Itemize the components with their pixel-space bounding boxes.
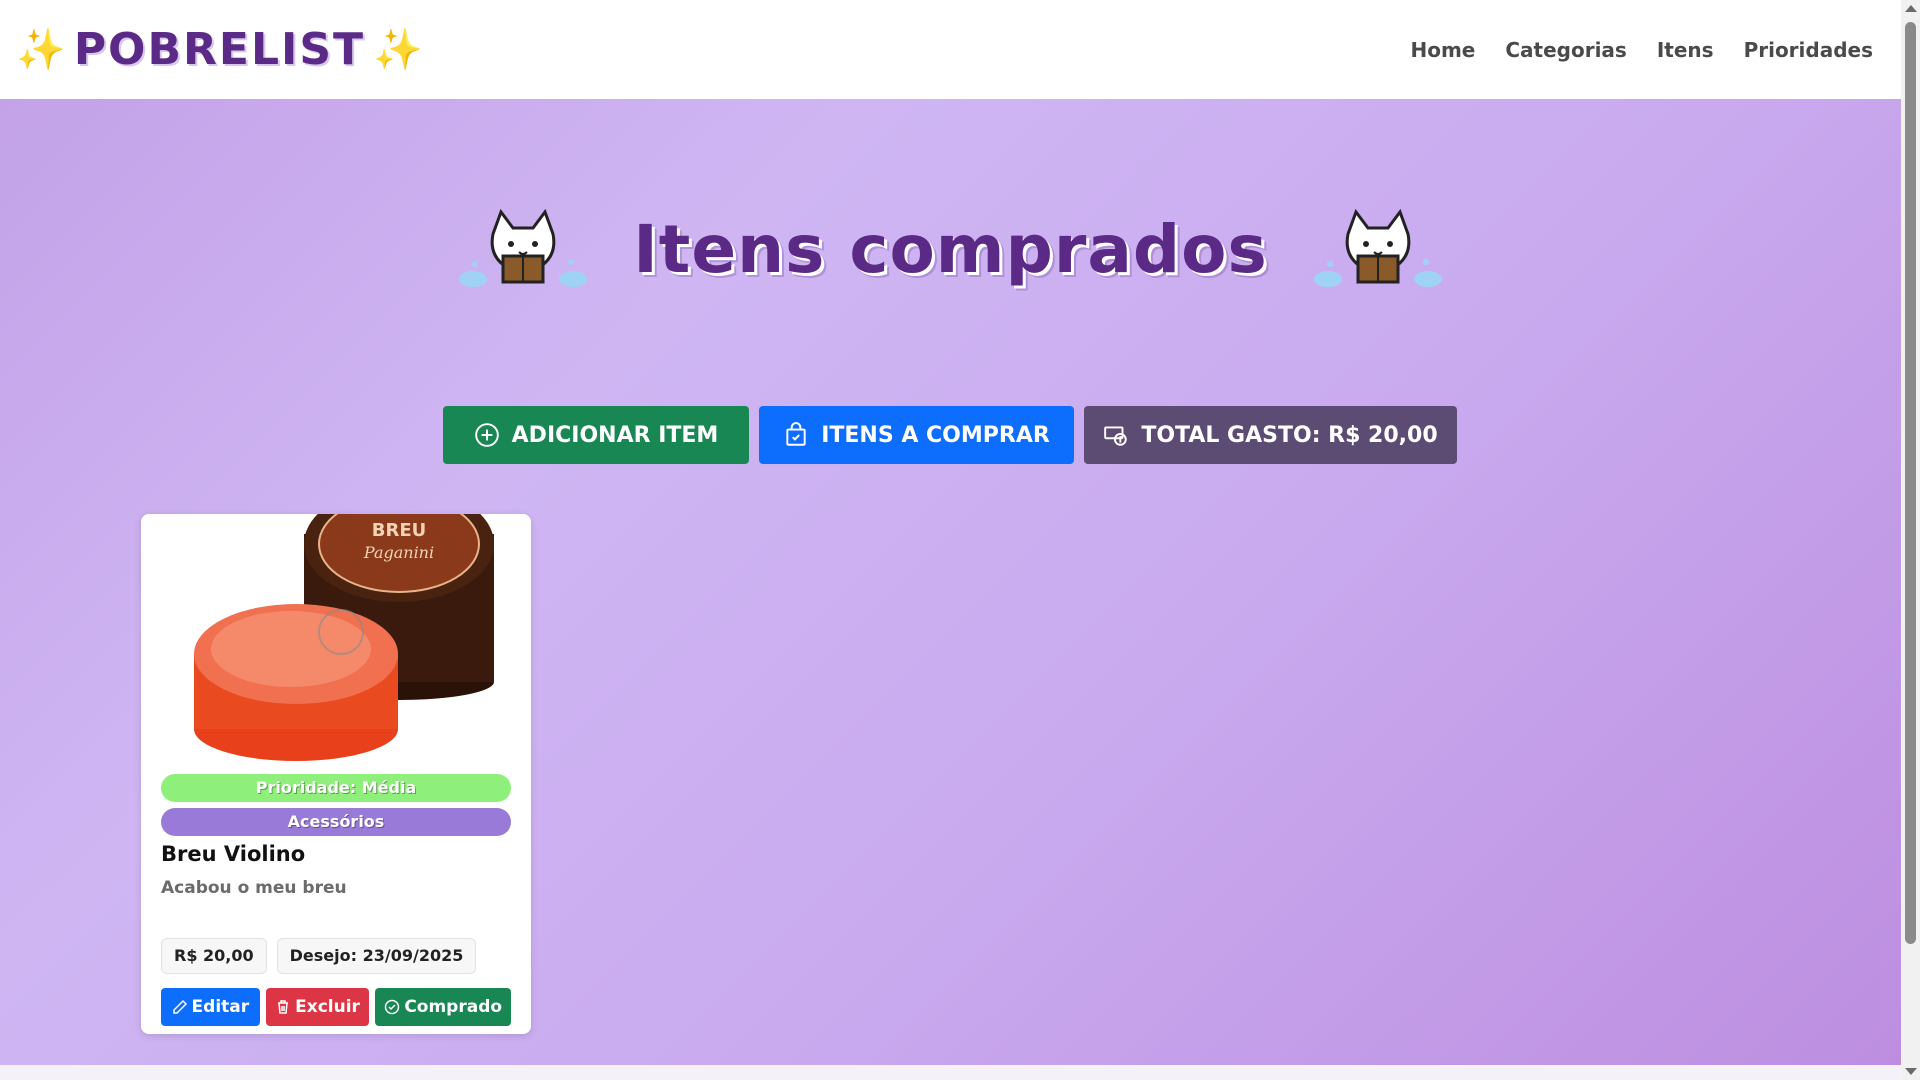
brand-title: POBRELIST <box>73 24 366 75</box>
edit-label: Editar <box>191 997 250 1017</box>
total-spent-button[interactable]: TOTAL GASTO: R$ 20,00 <box>1084 406 1457 464</box>
item-name: Breu Violino <box>161 842 306 866</box>
edit-button[interactable]: Editar <box>161 988 260 1026</box>
image-label: BREU <box>372 520 427 541</box>
items-to-buy-label: ITENS A COMPRAR <box>821 422 1050 448</box>
card-actions: Editar Excluir Comprado <box>161 988 511 1026</box>
page-footer-strip <box>0 1065 1901 1080</box>
svg-text:Paganini: Paganini <box>363 543 434 562</box>
navbar: ✨ POBRELIST ✨ Home Categorias Itens Prio… <box>0 0 1901 99</box>
scroll-up-arrow-icon[interactable] <box>1905 5 1917 12</box>
delete-button[interactable]: Excluir <box>265 988 370 1026</box>
priority-badge: Prioridade: Média <box>161 774 511 802</box>
action-buttons: ADICIONAR ITEM ITENS A COMPRAR TOTAL GAS… <box>443 406 1457 464</box>
bag-check-icon <box>786 422 806 446</box>
nav-link-itens[interactable]: Itens <box>1657 38 1714 62</box>
item-card: BREU Paganini Prioridade: Média Acessóri… <box>141 514 531 1034</box>
add-item-label: ADICIONAR ITEM <box>511 422 719 448</box>
brand[interactable]: ✨ POBRELIST ✨ <box>16 24 423 75</box>
main-content: Itens comprados ADICIONAR ITEM ITENS A C <box>0 99 1901 1065</box>
category-badge: Acessórios <box>161 808 511 836</box>
trash-icon <box>278 1000 289 1014</box>
check-circle-icon <box>385 999 400 1015</box>
item-image: BREU Paganini <box>141 514 531 764</box>
cat-reading-icon <box>459 208 588 287</box>
total-spent-label: TOTAL GASTO: R$ 20,00 <box>1141 422 1438 448</box>
sparkle-icon: ✨ <box>373 26 423 73</box>
nav-links: Home Categorias Itens Prioridades <box>1410 38 1873 62</box>
scroll-down-arrow-icon[interactable] <box>1905 1068 1917 1075</box>
nav-link-categorias[interactable]: Categorias <box>1505 38 1626 62</box>
page-title: Itens comprados <box>633 210 1268 288</box>
cash-coin-icon <box>1104 426 1128 446</box>
wish-date-chip: Desejo: 23/09/2025 <box>276 938 477 974</box>
items-to-buy-button[interactable]: ITENS A COMPRAR <box>759 406 1074 464</box>
delete-label: Excluir <box>295 997 360 1017</box>
bought-button[interactable]: Comprado <box>375 988 511 1026</box>
plus-circle-icon <box>474 423 499 447</box>
price-chip: R$ 20,00 <box>161 938 267 974</box>
pencil-icon <box>172 999 187 1014</box>
title-row: Itens comprados <box>0 204 1901 294</box>
nav-link-prioridades[interactable]: Prioridades <box>1744 38 1873 62</box>
scrollbar-thumb[interactable] <box>1905 22 1916 944</box>
card-body: Prioridade: Média Acessórios Breu Violin… <box>141 764 531 1026</box>
item-chips: R$ 20,00 Desejo: 23/09/2025 <box>161 938 511 974</box>
bought-label: Comprado <box>404 997 503 1017</box>
item-description: Acabou o meu breu <box>161 878 347 898</box>
nav-link-home[interactable]: Home <box>1410 38 1475 62</box>
vertical-scrollbar[interactable] <box>1901 0 1920 1080</box>
sparkle-icon: ✨ <box>16 26 66 73</box>
cat-reading-icon <box>1313 208 1442 287</box>
add-item-button[interactable]: ADICIONAR ITEM <box>443 406 749 464</box>
